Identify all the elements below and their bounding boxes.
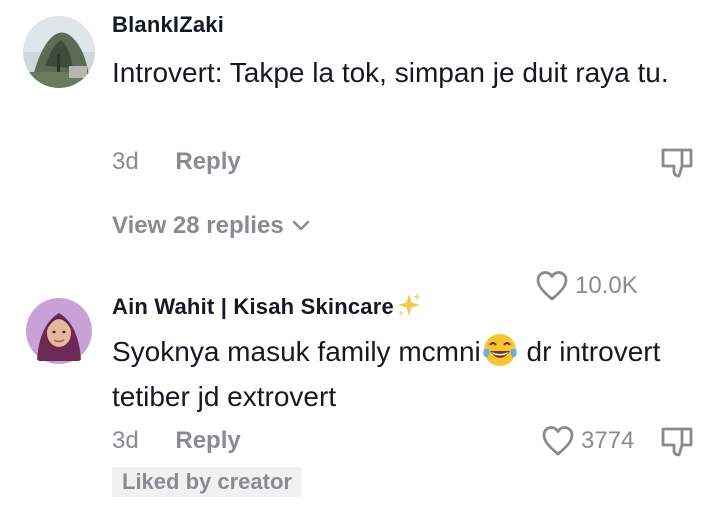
hijab-woman-portrait-icon xyxy=(23,295,95,367)
like-button[interactable]: 3774 xyxy=(541,425,634,457)
comment-text-part1: Syoknya masuk family mcmni xyxy=(112,336,481,367)
view-replies-button[interactable]: View 28 replies xyxy=(112,212,310,240)
avatar[interactable] xyxy=(23,295,95,367)
liked-by-creator-badge: Liked by creator xyxy=(112,467,302,497)
tree-landscape-photo-icon xyxy=(23,16,95,88)
view-replies-label: View 28 replies xyxy=(112,212,284,239)
comment-username-text: Ain Wahit | Kisah Skincare xyxy=(112,294,394,319)
reply-button[interactable]: Reply xyxy=(175,148,240,175)
heart-icon xyxy=(542,426,574,456)
sparkles-icon xyxy=(397,293,421,316)
comment-text: Syoknya masuk family mcmni dr introvert … xyxy=(112,329,702,419)
reply-button[interactable]: Reply xyxy=(175,427,240,454)
comment-age: 3d xyxy=(112,148,139,175)
avatar[interactable] xyxy=(23,16,95,88)
thumbs-down-icon xyxy=(661,148,693,178)
like-count: 3774 xyxy=(581,427,635,454)
comment-username[interactable]: Ain Wahit | Kisah Skincare xyxy=(112,292,422,320)
dislike-button[interactable] xyxy=(660,425,694,459)
tears-of-joy-emoji-icon xyxy=(483,334,517,366)
dislike-button[interactable] xyxy=(660,146,694,180)
comment-age: 3d xyxy=(112,427,139,454)
chevron-down-icon xyxy=(292,220,309,231)
comment-meta: 3d Reply xyxy=(112,427,241,455)
thumbs-down-icon xyxy=(661,427,693,457)
